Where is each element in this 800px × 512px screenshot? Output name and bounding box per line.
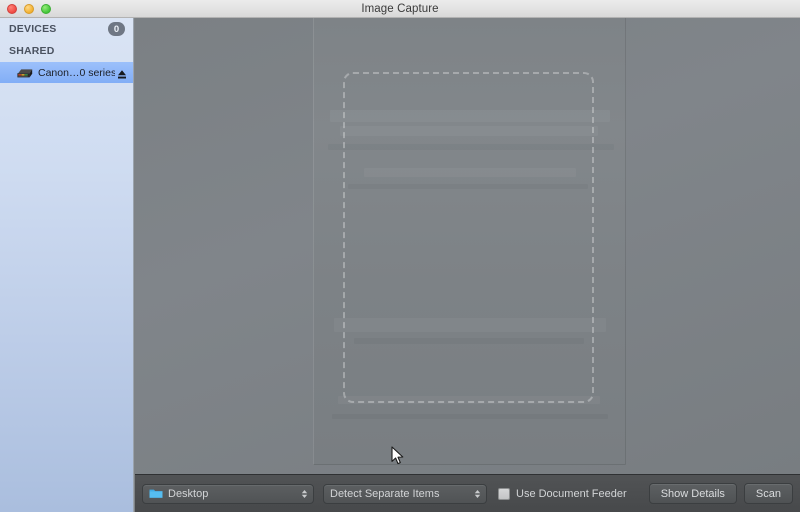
scan-button[interactable]: Scan — [743, 483, 793, 504]
sidebar-section-shared: SHARED — [0, 40, 133, 62]
use-document-feeder-checkbox[interactable]: Use Document Feeder — [498, 487, 627, 500]
destination-popup-value: Desktop — [168, 487, 209, 500]
sidebar-section-shared-label: SHARED — [9, 45, 55, 57]
use-document-feeder-label: Use Document Feeder — [516, 487, 627, 500]
sidebar-item-canon-scanner[interactable]: Canon…0 series — [0, 62, 133, 83]
scanner-icon — [16, 66, 34, 80]
devices-count-badge: 0 — [108, 22, 125, 36]
sidebar-item-canon-scanner-label: Canon…0 series — [38, 66, 115, 79]
chevron-updown-icon — [473, 487, 482, 501]
devices-sidebar: DEVICES 0 SHARED Canon…0 series — [0, 18, 134, 512]
folder-icon — [149, 488, 163, 499]
show-details-button[interactable]: Show Details — [648, 483, 737, 504]
destination-popup-button[interactable]: Desktop — [142, 483, 314, 504]
scan-mode-popup-value: Detect Separate Items — [330, 487, 440, 500]
scan-options-toolbar: Desktop Detect Separate Items Use Docume… — [135, 474, 800, 512]
window-titlebar: Image Capture — [0, 0, 800, 18]
eject-icon[interactable] — [117, 67, 127, 79]
scan-preview-area[interactable] — [135, 18, 800, 474]
scan-mode-popup-button[interactable]: Detect Separate Items — [323, 483, 487, 504]
sidebar-section-devices-label: DEVICES — [9, 23, 57, 35]
chevron-updown-icon — [300, 487, 309, 501]
image-capture-window: Image Capture DEVICES 0 SHARED Canon…0 s… — [0, 0, 800, 512]
sidebar-section-devices: DEVICES 0 — [0, 18, 133, 40]
scan-selection-marquee[interactable] — [343, 72, 594, 403]
checkbox-box[interactable] — [498, 487, 510, 500]
window-title: Image Capture — [361, 3, 439, 15]
